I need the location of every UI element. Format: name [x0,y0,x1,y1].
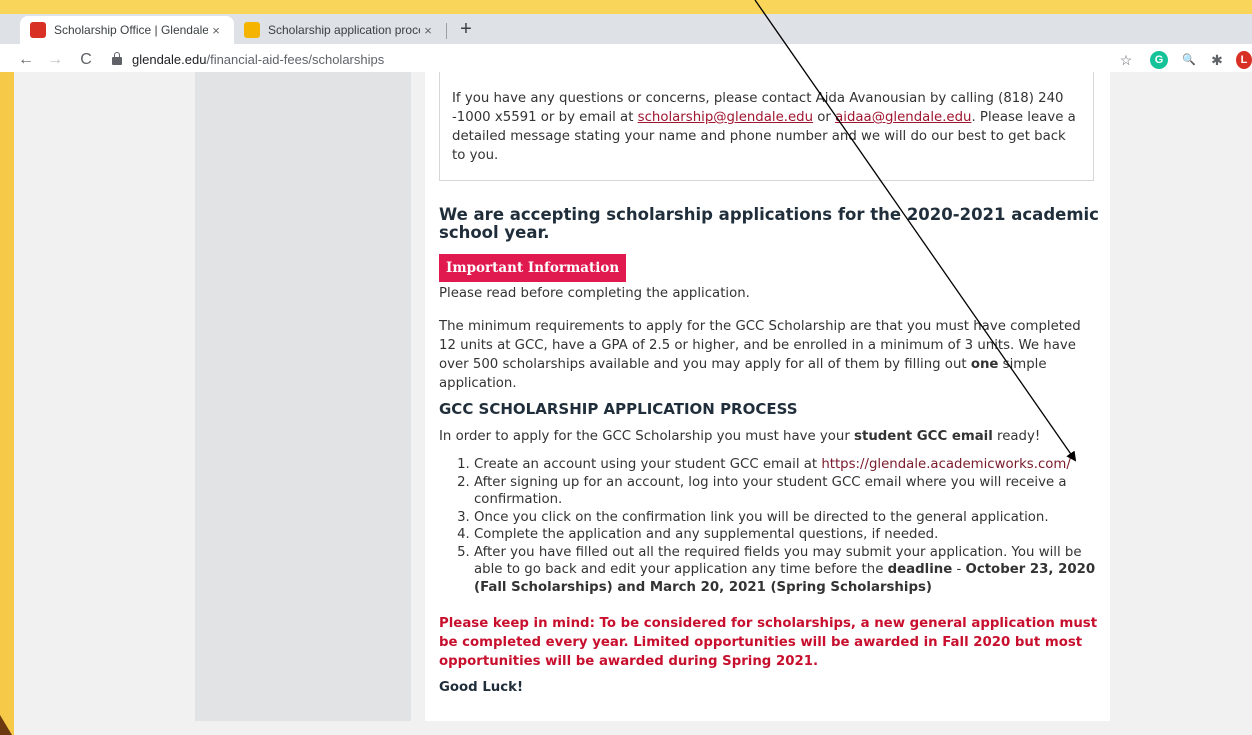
browser-chrome: Scholarship Office | Glendale C × Schola… [0,14,1252,76]
url-domain: glendale.edu [132,51,207,67]
read-before-text: Please read before completing the applic… [439,286,750,301]
lock-icon [112,52,122,65]
important-information-badge: Important Information [439,254,627,282]
new-tab-button[interactable]: + [454,18,478,42]
forward-button[interactable]: → [43,48,67,72]
zoom-icon[interactable]: 🔍 [1180,51,1198,69]
bookmark-star-icon[interactable]: ☆ [1117,51,1135,69]
scholarship-email-link[interactable]: scholarship@glendale.edu [638,110,813,125]
contact-text: or [813,110,836,125]
step-item: After you have filled out all the requir… [474,544,1099,597]
left-sidebar [195,72,411,721]
back-button[interactable]: ← [14,48,38,72]
requirements-bold: one [970,357,999,372]
corner-decoration [0,715,12,735]
academicworks-link[interactable]: https://glendale.academicworks.com/ [821,457,1071,472]
aidaa-email-link[interactable]: aidaa@glendale.edu [835,110,971,125]
requirements-paragraph: The minimum requirements to apply for th… [439,317,1099,393]
step-item: Create an account using your student GCC… [474,456,1099,474]
notice-paragraph: Please keep in mind: To be considered fo… [439,616,1098,669]
tab-scholarship-application[interactable]: Scholarship application proces × [234,16,446,44]
process-intro: In order to apply for the GCC Scholarshi… [439,427,1099,446]
intro-text: In order to apply for the GCC Scholarshi… [439,429,855,444]
step-text: Create an account using your student GCC… [474,457,822,472]
address-bar[interactable]: glendale.edu/financial-aid-fees/scholars… [104,48,1112,70]
left-frame-edge [0,72,14,735]
steps-list: Create an account using your student GCC… [439,456,1099,596]
tab-bar: Scholarship Office | Glendale C × Schola… [0,14,1252,44]
tab-title: Scholarship Office | Glendale C [54,23,208,37]
contact-info-box: If you have any questions or concerns, p… [439,72,1094,181]
tab-scholarship-office[interactable]: Scholarship Office | Glendale C × [20,16,234,44]
step-item: Once you click on the confirmation link … [474,509,1099,527]
page-viewport: If you have any questions or concerns, p… [14,72,1252,735]
intro-bold: student GCC email [854,429,993,444]
reload-button[interactable]: C [74,48,98,72]
slides-favicon-icon [244,22,260,38]
top-frame-strip [0,0,1252,14]
close-tab-icon[interactable]: × [420,23,436,38]
tab-separator [446,23,447,39]
glendale-favicon-icon [30,22,46,38]
profile-avatar[interactable]: L [1236,51,1252,69]
url-path: /financial-aid-fees/scholarships [206,51,385,67]
main-content: If you have any questions or concerns, p… [425,72,1110,721]
step-item: After signing up for an account, log int… [474,474,1099,509]
grammarly-extension-icon[interactable]: G [1150,51,1168,69]
deadline-bold: deadline [887,562,953,577]
step-text: - [952,562,966,577]
step-item: Complete the application and any supplem… [474,526,1099,544]
process-heading: GCC SCHOLARSHIP APPLICATION PROCESS [439,400,798,418]
close-tab-icon[interactable]: × [208,23,224,38]
intro-text: ready! [992,429,1041,444]
page-heading: We are accepting scholarship application… [439,205,1099,242]
good-luck-text: Good Luck! [439,680,524,695]
tab-title: Scholarship application proces [268,23,420,37]
extensions-puzzle-icon[interactable]: ✱ [1208,51,1226,69]
